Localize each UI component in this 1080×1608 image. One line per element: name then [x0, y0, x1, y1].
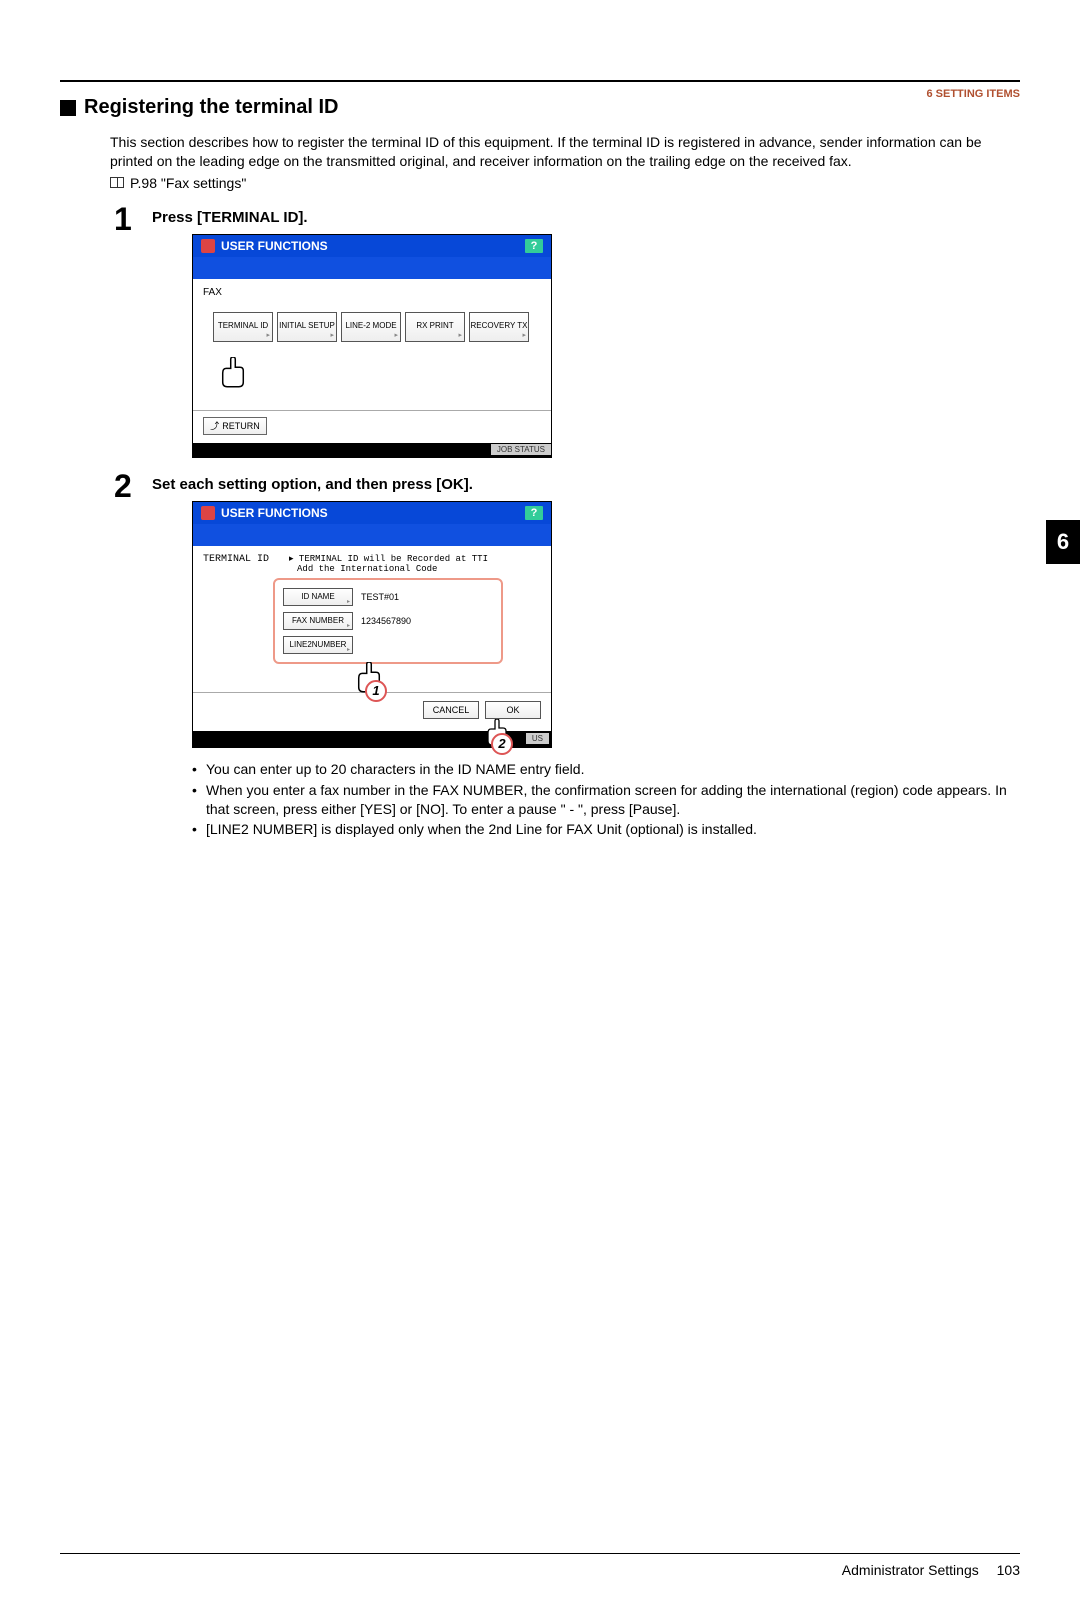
step-2-title: Set each setting option, and then press …	[152, 476, 1020, 493]
tools-icon	[201, 239, 215, 253]
intro-paragraph: This section describes how to register t…	[110, 133, 1020, 171]
ref-text: P.98 "Fax settings"	[130, 175, 246, 191]
section-title-text: Registering the terminal ID	[84, 96, 339, 119]
step-1-title: Press [TERMINAL ID].	[152, 209, 1020, 226]
ss1-body-label: FAX	[203, 287, 541, 298]
ss2-msg-line1: ▸ TERMINAL ID will be Recorded at TTI	[289, 554, 488, 564]
help-icon[interactable]: ?	[525, 239, 543, 253]
fax-number-button[interactable]: FAX NUMBER▸	[283, 612, 353, 630]
screenshot-1: USER FUNCTIONS ? FAX TERMINAL ID▸ INITIA…	[192, 234, 552, 458]
ss2-msg-line2: Add the International Code	[297, 564, 488, 574]
job-status-button[interactable]: JOB STATUS	[491, 444, 551, 455]
callout-2: 2	[491, 733, 519, 761]
fax-number-value: 1234567890	[357, 616, 411, 626]
footer-section: Administrator Settings	[842, 1562, 979, 1578]
ok-button[interactable]: OK	[485, 701, 541, 719]
recovery-tx-button[interactable]: RECOVERY TX▸	[469, 312, 529, 342]
section-heading: Registering the terminal ID	[60, 96, 1020, 119]
page-number: 103	[997, 1562, 1020, 1578]
return-button[interactable]: ⤴ RETURN	[203, 417, 267, 435]
line2-number-button[interactable]: LINE2NUMBER▸	[283, 636, 353, 654]
chapter-title: SETTING ITEMS	[936, 88, 1020, 100]
pointing-hand-icon	[219, 357, 247, 389]
step-2-notes: You can enter up to 20 characters in the…	[192, 760, 1020, 840]
ss2-header-label: USER FUNCTIONS	[221, 506, 328, 520]
page-footer: Administrator Settings 103	[60, 1553, 1020, 1578]
terminal-id-button[interactable]: TERMINAL ID▸	[213, 312, 273, 342]
note-item: When you enter a fax number in the FAX N…	[192, 781, 1020, 819]
book-icon	[110, 177, 124, 188]
square-bullet-icon	[60, 100, 76, 116]
id-name-value: TEST#01	[357, 592, 399, 602]
id-name-button[interactable]: ID NAME▸	[283, 588, 353, 606]
side-tab: 6	[1046, 520, 1080, 564]
ss1-header-label: USER FUNCTIONS	[221, 239, 328, 253]
callout-1: 1	[365, 680, 393, 708]
screenshot-2: USER FUNCTIONS ? TERMINAL ID ▸ TERMINAL …	[192, 501, 552, 748]
step-number-1: 1	[114, 203, 140, 458]
ss2-screen-label: TERMINAL ID	[203, 554, 269, 574]
chapter-num: 6	[926, 88, 932, 100]
field-group-highlight: ID NAME▸ TEST#01 FAX NUMBER▸ 1234567890 …	[273, 578, 503, 664]
help-icon[interactable]: ?	[525, 506, 543, 520]
initial-setup-button[interactable]: INITIAL SETUP▸	[277, 312, 337, 342]
cross-reference: P.98 "Fax settings"	[110, 175, 1020, 191]
cancel-button[interactable]: CANCEL	[423, 701, 479, 719]
return-arrow-icon: ⤴	[210, 419, 219, 432]
note-item: [LINE2 NUMBER] is displayed only when th…	[192, 820, 1020, 839]
rx-print-button[interactable]: RX PRINT▸	[405, 312, 465, 342]
note-item: You can enter up to 20 characters in the…	[192, 760, 1020, 779]
status-us: US	[526, 733, 549, 744]
tools-icon	[201, 506, 215, 520]
running-header: 6 SETTING ITEMS	[926, 88, 1020, 100]
line2-mode-button[interactable]: LINE-2 MODE▸	[341, 312, 401, 342]
step-number-2: 2	[114, 470, 140, 842]
